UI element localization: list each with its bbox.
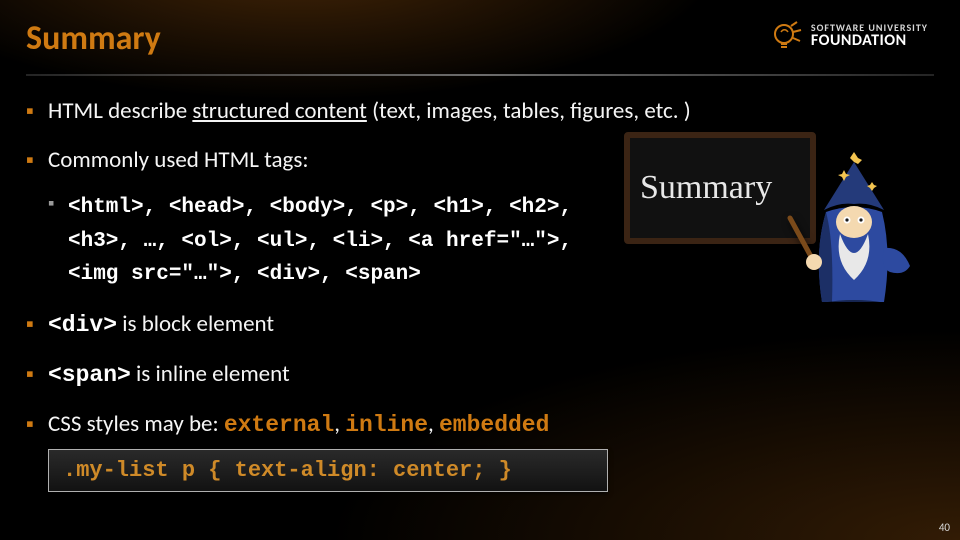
code-example-box: .my-list p { text-align: center; } [48, 449, 608, 492]
lightbulb-icon [769, 18, 805, 54]
kw-inline: inline [345, 412, 428, 438]
text: , [334, 410, 345, 438]
text: CSS styles may be: [48, 410, 224, 438]
logo: SOFTWARE UNIVERSITY FOUNDATION [769, 18, 928, 54]
logo-line2: FOUNDATION [811, 33, 928, 49]
code-tags-line2: <h3>, …, <ol>, <ul>, <li>, <a href="…">, [68, 230, 572, 253]
bullet-item: HTML describe structured content (text, … [26, 96, 934, 127]
code-tags-line3: <img src="…">, <div>, <span> [68, 263, 421, 286]
summary-illustration: Summary [624, 132, 924, 322]
text: (text, images, tables, figures, etc. ) [367, 97, 691, 125]
sub-item: <html>, <head>, <body>, <p>, <h1>, <h2>,… [48, 190, 608, 291]
text: HTML describe [48, 97, 192, 125]
code-div: <div> [48, 312, 117, 338]
bullet-item: CSS styles may be: external, inline, emb… [26, 409, 934, 441]
slide-header: Summary SOFTWARE UNIVERSITY FOUNDATION [26, 18, 934, 74]
code-tags-line1: <html>, <head>, <body>, <p>, <h1>, <h2>, [68, 196, 572, 219]
text: is block element [117, 310, 274, 338]
slide: Summary SOFTWARE UNIVERSITY FOUNDATION H… [0, 0, 960, 540]
title-underline [26, 74, 934, 76]
text-underlined: structured content [192, 97, 367, 125]
code-span: <span> [48, 362, 131, 388]
page-number: 40 [939, 521, 950, 534]
text: , [428, 410, 439, 438]
bullet-item: <span> is inline element [26, 359, 934, 391]
text: is inline element [131, 360, 290, 388]
text: Commonly used HTML tags: [48, 146, 309, 174]
kw-embedded: embedded [439, 412, 549, 438]
logo-text: SOFTWARE UNIVERSITY FOUNDATION [811, 23, 928, 49]
sub-list: <html>, <head>, <body>, <p>, <h1>, <h2>,… [48, 190, 608, 291]
wizard-icon [784, 152, 924, 322]
chalkboard-text: Summary [640, 169, 772, 207]
kw-external: external [224, 412, 334, 438]
